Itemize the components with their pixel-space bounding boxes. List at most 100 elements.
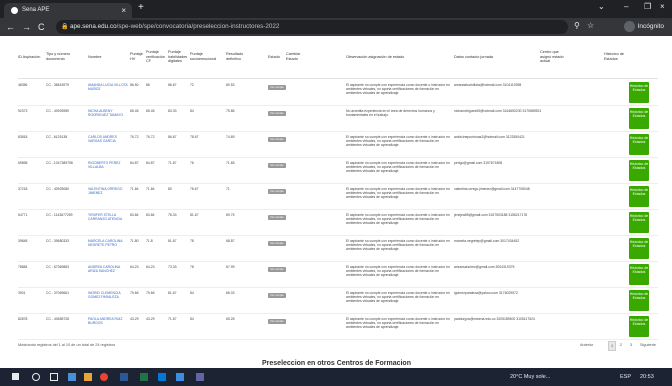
cell-contact: valentina.orrego.jimenez@gmail.com 31477… bbox=[454, 187, 530, 191]
cell-name[interactable]: VALENTINA ORREGO JIMENEZ bbox=[88, 187, 128, 207]
cell-se: 72 bbox=[190, 83, 194, 87]
incognito-indicator[interactable]: Incógnito bbox=[623, 21, 664, 32]
cell-cf: 84.87 bbox=[146, 161, 155, 165]
history-button[interactable]: Historico de Estados bbox=[629, 316, 649, 337]
column-header-cambiar[interactable]: Cambiar Estado bbox=[286, 36, 308, 78]
history-button[interactable]: Historico de Estados bbox=[629, 82, 649, 103]
search-icon[interactable] bbox=[32, 373, 40, 381]
cell-name[interactable]: PAOLA ANDREA RUIZ BURGOS bbox=[88, 317, 128, 337]
tab-close-icon[interactable]: × bbox=[121, 3, 126, 18]
forward-arrow-icon[interactable]: → bbox=[22, 21, 31, 33]
cell-se: 84 bbox=[190, 109, 194, 113]
search-icon[interactable]: ⚲ bbox=[574, 21, 580, 30]
history-button[interactable]: Historico de Estados bbox=[629, 186, 649, 207]
history-button[interactable]: Historico de Estados bbox=[629, 290, 649, 311]
column-header-hd[interactable]: Puntaje habilidades digitales bbox=[168, 36, 188, 78]
pager-prev[interactable]: Anterior bbox=[580, 341, 593, 349]
url-field[interactable]: 🔒 ape.sena.edu.co/spe-web/spe/convocator… bbox=[56, 20, 568, 34]
teams-icon[interactable] bbox=[196, 373, 204, 381]
status-badge: No cumple bbox=[268, 215, 286, 220]
excel-icon[interactable] bbox=[140, 373, 148, 381]
cell-name[interactable]: INGRID CLEMENCIA GOMEZ PARALEZA bbox=[88, 291, 128, 311]
chrome-icon[interactable] bbox=[100, 373, 108, 381]
pager-page-2[interactable]: 2 bbox=[620, 341, 622, 349]
pager-next[interactable]: Siguiente bbox=[640, 341, 656, 349]
app-icon[interactable] bbox=[176, 373, 184, 381]
tab-search-icon[interactable]: ⌄ bbox=[598, 2, 605, 11]
cell-cf: 79.66 bbox=[146, 291, 155, 295]
edge-icon[interactable] bbox=[158, 373, 166, 381]
incognito-icon bbox=[623, 21, 635, 32]
column-header-cf[interactable]: Puntaje verificación CF bbox=[146, 36, 166, 78]
status-badge: No cumple bbox=[268, 189, 286, 194]
cell-cf: 71.8 bbox=[146, 239, 153, 243]
column-header-doc[interactable]: Tipo y número documento bbox=[46, 36, 80, 78]
reload-icon[interactable]: C bbox=[38, 21, 45, 33]
cell-id: 64771 bbox=[18, 213, 28, 217]
new-tab-button[interactable]: + bbox=[138, 2, 144, 13]
windows-start-icon[interactable] bbox=[12, 373, 19, 380]
history-button[interactable]: Historico de Estados bbox=[629, 264, 649, 285]
minimize-button[interactable]: – bbox=[624, 2, 628, 11]
cell-hv: 84.87 bbox=[130, 161, 139, 165]
pager-page-1[interactable]: 1 bbox=[608, 341, 617, 351]
clock[interactable]: 20:53 bbox=[640, 372, 654, 382]
weather-indicator[interactable]: 20°C Muy sole... bbox=[510, 372, 550, 382]
restore-button[interactable]: ❐ bbox=[644, 2, 651, 11]
cell-obs: El aspirante no cumple con experiencia c… bbox=[346, 265, 450, 278]
status-badge: No cumple bbox=[268, 163, 286, 168]
column-header-obs[interactable]: Observación asignación de estado bbox=[346, 36, 436, 78]
url-host: ape.sena.edu.co bbox=[70, 23, 117, 30]
status-badge: No cumple bbox=[268, 85, 286, 90]
cell-id: 92373 bbox=[18, 109, 28, 113]
cell-se: 78 bbox=[190, 265, 194, 269]
cell-contact: aniolcinepuntnoas2@hotmail.com 312335042… bbox=[454, 135, 525, 139]
column-header-estado[interactable]: Estado bbox=[268, 36, 284, 78]
back-arrow-icon[interactable]: ← bbox=[6, 21, 15, 33]
browser-tab[interactable]: Sena APE × bbox=[4, 3, 132, 18]
column-header-centro[interactable]: Centro que asignó estado actual bbox=[540, 36, 564, 78]
column-header-hist[interactable]: Historico de Estados bbox=[604, 36, 632, 78]
language-indicator[interactable]: ESP bbox=[620, 372, 631, 382]
cell-name[interactable]: AMANDA LUCIA VILLOTA MUÑOZ bbox=[88, 83, 128, 103]
history-button[interactable]: Historico de Estados bbox=[629, 160, 649, 181]
cell-name[interactable]: CARLOS ANDRES VARGAS GARCIA bbox=[88, 135, 128, 155]
cell-hv: 64.23 bbox=[130, 265, 139, 269]
task-view-icon[interactable] bbox=[50, 373, 58, 381]
cell-hd: 78.33 bbox=[168, 213, 177, 217]
column-header-id[interactable]: ID Aspiración bbox=[18, 36, 42, 78]
column-header-contact[interactable]: Datos contacto jornada bbox=[454, 36, 534, 78]
cell-hv: 86.50 bbox=[130, 83, 139, 87]
cell-name[interactable]: YENIFER STELLA CARRANZO ATENCIA bbox=[88, 213, 128, 233]
cell-id: 3901 bbox=[18, 291, 26, 295]
close-window-button[interactable]: × bbox=[660, 2, 665, 11]
history-button[interactable]: Historico de Estados bbox=[629, 108, 649, 129]
cell-name[interactable]: ANDREA CAROLINA ARIZA SANCHEZ bbox=[88, 265, 128, 285]
history-button[interactable]: Historico de Estados bbox=[629, 238, 649, 259]
cell-res: 69.75 bbox=[226, 213, 235, 217]
column-header-res[interactable]: Resultado definitivo bbox=[226, 36, 254, 78]
explorer-icon[interactable] bbox=[84, 373, 92, 381]
cell-hv: 76.72 bbox=[130, 135, 139, 139]
table-row: 39848 CC - 39680333 MARCELA CAROLINA NEGRE… bbox=[18, 236, 658, 262]
browser-tab-bar: Sena APE × + ⌄ – ❐ × bbox=[0, 0, 672, 18]
cell-name[interactable]: NICHA ALBENY RODRIGUEZ TAMAYO bbox=[88, 109, 128, 129]
cell-res: 67.99 bbox=[226, 265, 235, 269]
history-button[interactable]: Historico de Estados bbox=[629, 134, 649, 155]
column-header-hv[interactable]: Puntaje HV bbox=[130, 36, 144, 78]
cell-name[interactable]: MARCELA CAROLINA NEGRETE PETRO bbox=[88, 239, 128, 259]
cell-se: 78 bbox=[190, 239, 194, 243]
pager-page-3[interactable]: 3 bbox=[630, 341, 632, 349]
column-header-name[interactable]: Nombre bbox=[88, 36, 124, 78]
app-icon[interactable] bbox=[68, 373, 76, 381]
bookmark-star-icon[interactable]: ☆ bbox=[587, 21, 594, 30]
history-button[interactable]: Historico de Estados bbox=[629, 212, 649, 233]
cell-obs: El aspirante no cumple con experiencia c… bbox=[346, 135, 450, 148]
column-header-se[interactable]: Puntaje socioemocional bbox=[190, 36, 222, 78]
status-badge: No cumple bbox=[268, 319, 286, 324]
cell-doc: CC - 36815979 bbox=[46, 83, 69, 87]
status-badge: No cumple bbox=[268, 293, 286, 298]
cell-name[interactable]: RIGOBERTO PEREZ VILLALBA bbox=[88, 161, 128, 181]
word-icon[interactable] bbox=[120, 373, 128, 381]
cell-obs: No acredita experiencia en el área de de… bbox=[346, 109, 435, 118]
